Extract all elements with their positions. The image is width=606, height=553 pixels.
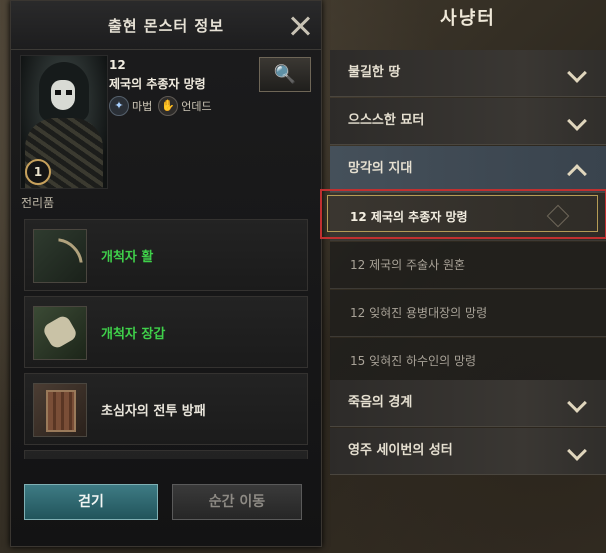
category-label: 죽음의 경계	[348, 395, 413, 410]
chevron-down-icon	[567, 393, 587, 413]
hunting-ground-title: 사냥터	[440, 8, 496, 29]
close-icon[interactable]	[289, 15, 311, 37]
category-label: 망각의 지대	[348, 161, 413, 176]
category-label: 으스스한 묘터	[348, 113, 425, 128]
undead-hand-icon: ✋	[158, 96, 179, 116]
category-eerie-graveyard[interactable]: 으스스한 묘터	[330, 98, 606, 145]
chevron-down-icon	[567, 441, 587, 461]
tag-magic: ✦ 마법	[109, 96, 152, 116]
sub-item-label: 12 제국의 추종자 망령	[350, 210, 468, 224]
list-item[interactable]: 초심자의 전투 방패	[24, 373, 308, 445]
monster-info-panel: 출현 몬스터 정보 1 12 제국의 추종자 망령 ✦ 마법 ✋ 언데드 🔍 전…	[10, 0, 322, 547]
monster-level: 12	[109, 58, 126, 72]
walk-button[interactable]: 걷기	[24, 484, 158, 520]
category-oblivion-zone[interactable]: 망각의 지대	[330, 146, 606, 193]
chevron-up-icon	[567, 164, 587, 184]
glove-icon	[33, 306, 87, 360]
sub-item-label: 15 잊혀진 하수인의 망령	[350, 354, 477, 368]
category-lord-saven-castle[interactable]: 영주 세이번의 성터	[330, 428, 606, 475]
category-death-border[interactable]: 죽음의 경계	[330, 380, 606, 427]
list-item[interactable]: 개척자 장갑	[24, 296, 308, 368]
sub-item[interactable]: 12 잊혀진 용병대장의 망령	[330, 290, 606, 337]
sub-item-label: 12 제국의 주술사 원혼	[350, 258, 466, 272]
monster-count-badge: 1	[25, 159, 51, 185]
magnifier-book-icon: 🔍	[273, 64, 297, 85]
loot-name: 개척자 장갑	[101, 327, 166, 342]
tag-label: 마법	[132, 100, 153, 113]
monster-name: 제국의 추종자 망령	[109, 77, 206, 91]
panel-header: 출현 몬스터 정보	[11, 1, 321, 50]
loot-list[interactable]: 개척자 활 개척자 장갑 초심자의 전투 방패	[21, 214, 309, 459]
hunting-ground-list: 불길한 땅 으스스한 묘터 망각의 지대 12 제국의 추종자 망령 12 제국…	[320, 50, 606, 475]
bow-icon	[33, 229, 91, 288]
sub-item-label: 12 잊혀진 용병대장의 망령	[350, 306, 488, 320]
loot-name: 개척자 활	[101, 250, 154, 265]
loot-label: 전리품	[21, 196, 55, 210]
category-label: 불길한 땅	[348, 65, 401, 80]
sub-item-selected[interactable]: 12 제국의 추종자 망령	[320, 189, 606, 241]
chevron-down-icon	[567, 63, 587, 83]
monster-tags: ✦ 마법 ✋ 언데드	[109, 96, 212, 116]
magic-icon: ✦	[109, 96, 129, 116]
list-item[interactable]	[24, 450, 308, 459]
chevron-down-icon	[567, 111, 587, 131]
category-label: 영주 세이번의 성터	[348, 443, 453, 458]
tag-label: 언데드	[181, 100, 212, 113]
sub-item[interactable]: 15 잊혀진 하수인의 망령	[330, 338, 606, 385]
list-item[interactable]: 개척자 활	[24, 219, 308, 291]
loot-name: 초심자의 전투 방패	[101, 404, 206, 419]
panel-title: 출현 몬스터 정보	[107, 17, 225, 35]
monster-book-button[interactable]: 🔍	[259, 57, 311, 92]
tag-undead: ✋ 언데드	[158, 96, 212, 116]
teleport-button[interactable]: 순간 이동	[172, 484, 302, 520]
sub-item[interactable]: 12 제국의 주술사 원혼	[330, 242, 606, 289]
shield-icon	[33, 383, 87, 437]
category-cursed-land[interactable]: 불길한 땅	[330, 50, 606, 97]
